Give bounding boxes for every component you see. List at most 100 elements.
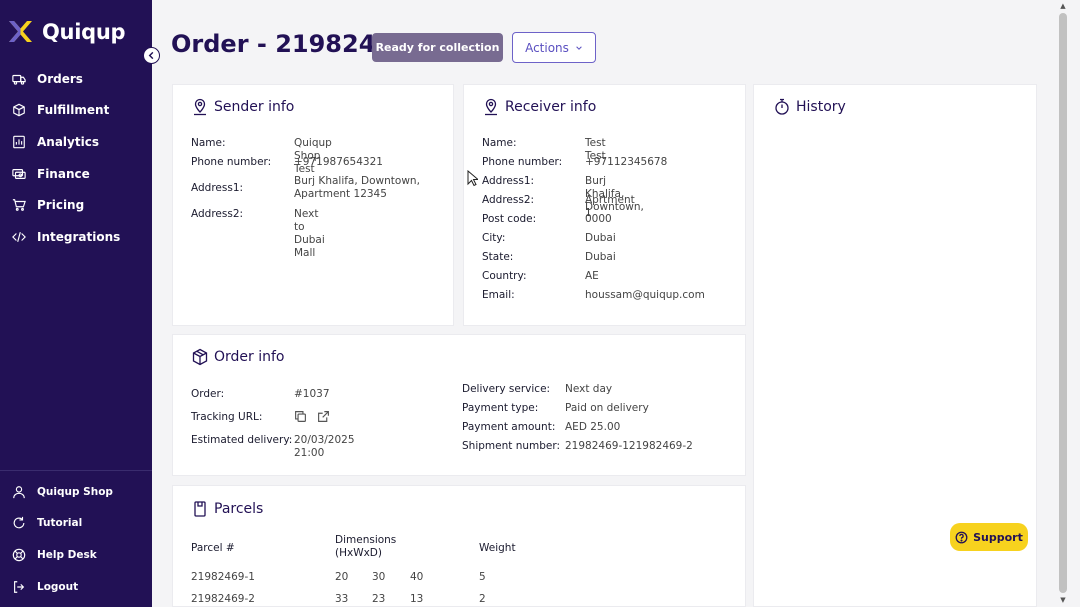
history-title: History (774, 98, 846, 116)
chevron-left-icon (148, 51, 154, 60)
parcel-id: 21982469-2 (191, 593, 255, 605)
brand-name: Quiqup (42, 19, 126, 44)
nav-item-label: Integrations (37, 229, 121, 244)
sidebar: Quiqup Orders Fulfillment Analytics Fina… (0, 0, 152, 607)
sender-address2: Next to Dubai Mall (294, 208, 325, 259)
field-label: Payment amount: (462, 421, 556, 433)
parcels-title-text: Parcels (214, 501, 264, 517)
nav-item-label: Finance (37, 166, 90, 181)
package-icon (192, 348, 208, 366)
truck-icon (12, 74, 26, 85)
nav-item-finance[interactable]: Finance (0, 158, 152, 190)
payment-type: Paid on delivery (565, 402, 649, 414)
parcel-width: 30 (372, 571, 386, 583)
nav-item-label: Help Desk (37, 548, 97, 561)
stopwatch-icon (775, 98, 789, 115)
main-nav: Orders Fulfillment Analytics Finance Pri… (0, 63, 152, 253)
field-label: Tracking URL: (191, 411, 263, 423)
sender-info-card: Sender info Name: Quiqup Shop Test Phone … (172, 84, 454, 326)
order-info-title-text: Order info (214, 349, 285, 365)
order-info-title: Order info (192, 348, 285, 366)
receiver-postcode: 0000 (585, 213, 612, 225)
receiver-email: houssam@quiqup.com (585, 289, 705, 301)
estimated-delivery: 20/03/2025 21:00 (294, 434, 355, 459)
order-info-card: Order info Order: #1037 Tracking URL: Est… (172, 334, 746, 476)
logout-icon (14, 580, 25, 593)
field-label: Delivery service: (462, 383, 551, 395)
field-label: Address2: (482, 194, 535, 206)
sender-info-title: Sender info (192, 98, 294, 116)
field-label: Order: (191, 388, 225, 400)
scroll-down-arrow-icon[interactable]: ▼ (1059, 596, 1067, 604)
mouse-cursor-icon (467, 170, 478, 187)
field-label: State: (482, 251, 514, 263)
parcel-weight: 5 (479, 571, 486, 583)
parcel-id: 21982469-1 (191, 571, 255, 583)
column-header-weight: Weight (479, 542, 516, 554)
nav-item-label: Fulfillment (37, 103, 110, 118)
help-circle-icon (955, 531, 968, 543)
support-button[interactable]: Support (950, 523, 1028, 551)
nav-item-fulfillment[interactable]: Fulfillment (0, 95, 152, 127)
history-title-text: History (796, 99, 846, 115)
receiver-info-card: Receiver info Name: Test Test Phone numbe… (463, 84, 746, 326)
user-icon (13, 485, 25, 498)
field-label: Email: (482, 289, 515, 301)
location-pin-icon (194, 98, 206, 116)
sender-address1-line2: Apartment 12345 (294, 188, 387, 200)
external-link-icon[interactable] (317, 410, 331, 424)
nav-item-analytics[interactable]: Analytics (0, 126, 152, 158)
nav-item-quiqup-shop[interactable]: Quiqup Shop (0, 476, 152, 508)
nav-item-integrations[interactable]: Integrations (0, 221, 152, 253)
receiver-state: Dubai (585, 251, 616, 263)
location-pin-icon (485, 98, 497, 116)
column-header-dimensions: Dimensions (335, 534, 397, 546)
parcel-height: 20 (335, 571, 349, 583)
nav-item-tutorial[interactable]: Tutorial (0, 508, 152, 540)
sender-info-title-text: Sender info (214, 99, 295, 115)
chart-icon (13, 135, 25, 149)
quiqup-logo-icon (7, 18, 34, 45)
nav-item-help-desk[interactable]: Help Desk (0, 539, 152, 571)
nav-item-label: Analytics (37, 134, 99, 149)
parcel-tag-icon (194, 501, 206, 517)
chevron-down-icon (576, 45, 582, 50)
nav-item-orders[interactable]: Orders (0, 63, 152, 95)
code-icon (12, 231, 26, 242)
nav-item-label: Quiqup Shop (37, 485, 113, 498)
receiver-phone: +97112345678 (585, 156, 668, 168)
scroll-up-arrow-icon[interactable]: ▲ (1059, 2, 1067, 10)
order-number: #1037 (294, 388, 330, 400)
cash-icon (12, 168, 26, 179)
field-label: Post code: (482, 213, 537, 225)
field-label: Address1: (191, 182, 244, 194)
nav-item-pricing[interactable]: Pricing (0, 189, 152, 221)
receiver-country: AE (585, 270, 599, 282)
receiver-city: Dubai (585, 232, 616, 244)
column-header-dimensions-unit: (HxWxD) (335, 547, 382, 559)
column-header-parcel: Parcel # (191, 542, 235, 554)
collapse-sidebar-button[interactable] (143, 47, 160, 64)
copy-icon[interactable] (294, 410, 308, 424)
parcel-height: 33 (335, 593, 349, 605)
field-label: Address2: (191, 208, 244, 220)
lifebuoy-icon (12, 548, 26, 562)
field-label: Payment type: (462, 402, 539, 414)
parcel-depth: 13 (410, 593, 424, 605)
nav-item-label: Tutorial (37, 517, 83, 530)
receiver-info-title-text: Receiver info (505, 99, 597, 115)
scrollbar-thumb[interactable] (1059, 13, 1067, 593)
sender-address1-line1: Burj Khalifa, Downtown, (294, 175, 420, 187)
support-label: Support (973, 530, 1023, 544)
actions-dropdown-button[interactable]: Actions (512, 32, 596, 63)
field-label: Country: (482, 270, 527, 282)
nav-item-logout[interactable]: Logout (0, 571, 152, 603)
logo[interactable]: Quiqup (7, 18, 126, 45)
field-label: Address1: (482, 175, 535, 187)
actions-label: Actions (525, 40, 569, 55)
bottom-nav: Quiqup Shop Tutorial Help Desk Logout (0, 470, 152, 602)
cart-icon (12, 199, 26, 211)
parcels-title: Parcels (192, 500, 263, 518)
field-label: Estimated delivery: (191, 434, 293, 446)
field-label: Name: (191, 137, 226, 149)
